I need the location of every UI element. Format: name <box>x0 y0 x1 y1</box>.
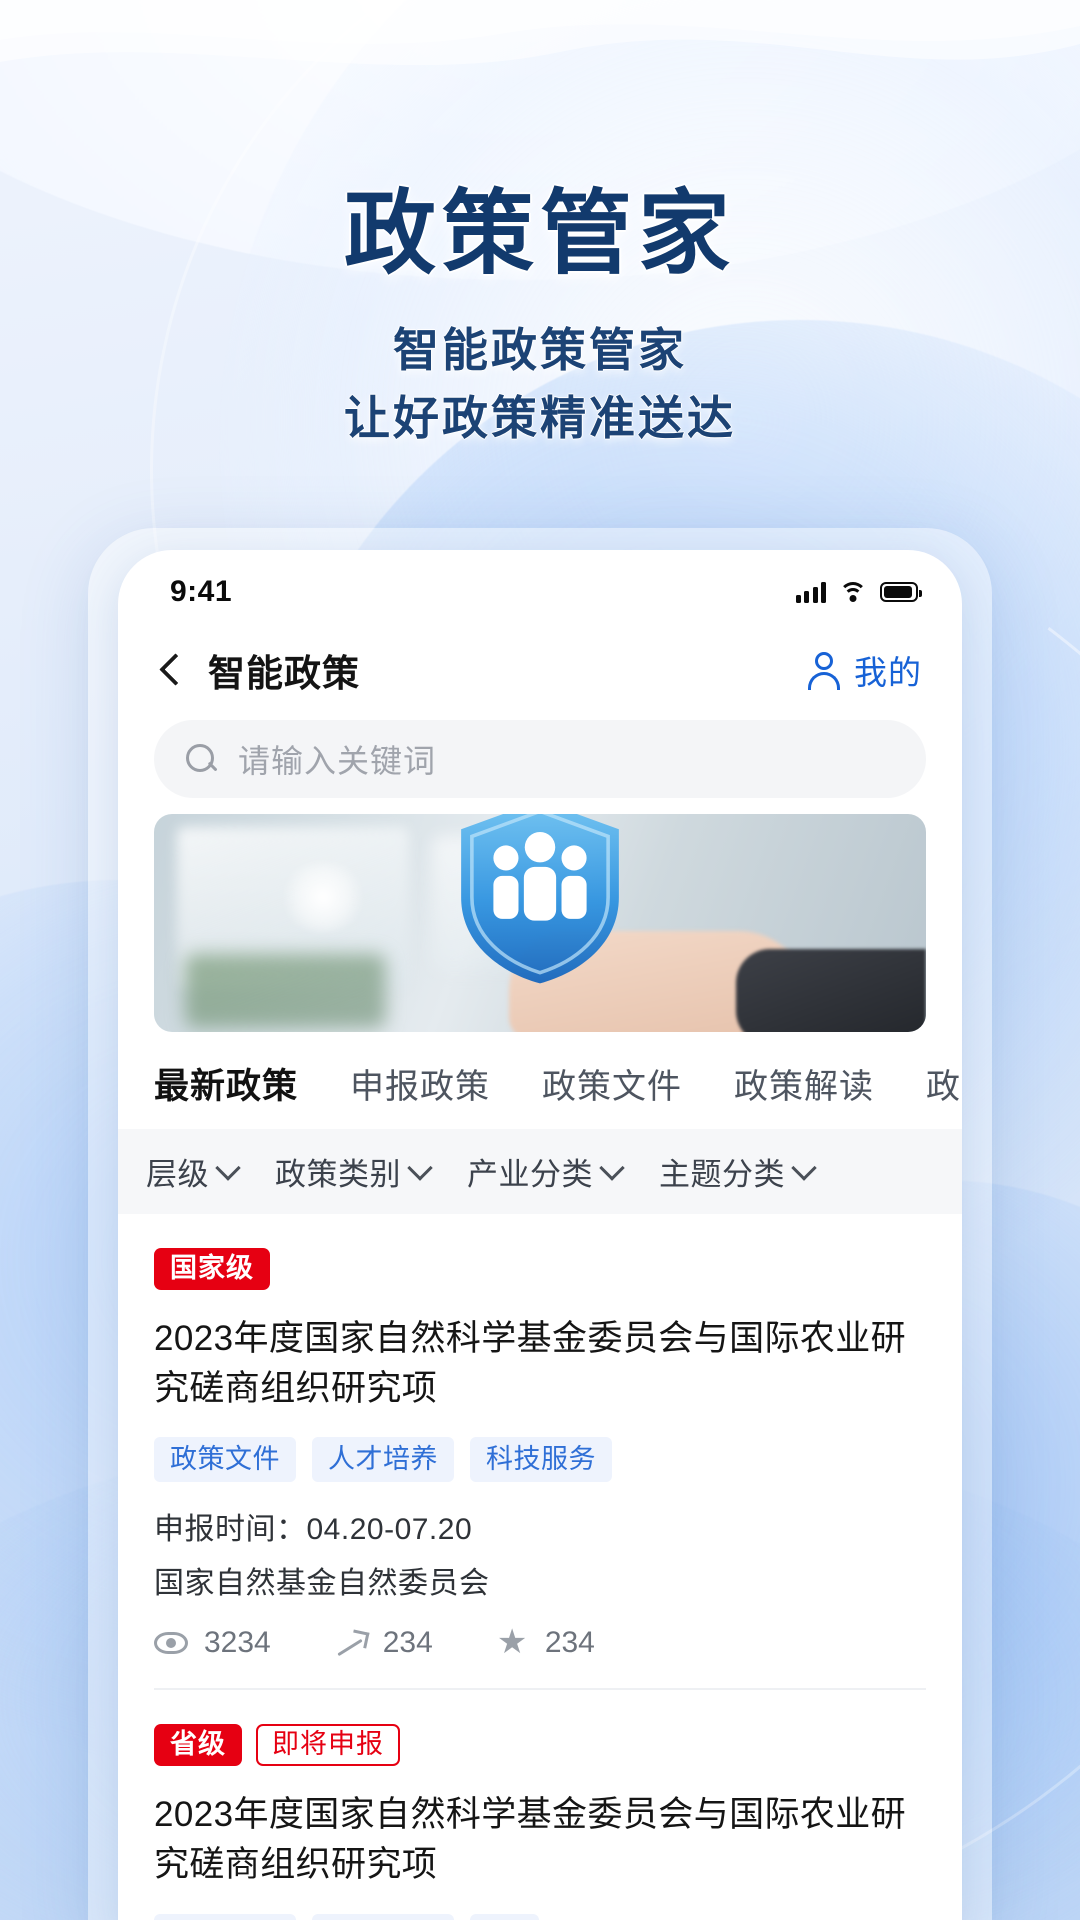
policy-title: 2023年度国家自然科学基金委员会与国际农业研究磋商组织研究项 <box>154 1795 907 1885</box>
signal-bars-icon <box>795 581 826 603</box>
policy-tag[interactable]: 申报政策 <box>154 1913 296 1920</box>
view-count: 3234 <box>154 1626 271 1660</box>
filter-industry-category[interactable]: 产业分类 <box>467 1149 623 1194</box>
view-count-value: 3234 <box>204 1626 271 1660</box>
policy-tag[interactable]: 科技服务 <box>312 1913 454 1920</box>
hero-banner[interactable] <box>154 814 926 1032</box>
banner-light-glow <box>277 861 368 932</box>
badge-row: 省级 即将申报 <box>154 1724 926 1767</box>
share-count: 234 <box>335 1626 433 1660</box>
chevron-down-icon <box>219 1159 239 1179</box>
star-icon: ★ <box>496 1622 528 1661</box>
banner-sleeve <box>736 949 926 1032</box>
filter-policy-category-label: 政策类别 <box>275 1157 401 1192</box>
hero-subtitle-line1: 智能政策管家 <box>393 324 687 377</box>
filter-industry-category-label: 产业分类 <box>467 1157 593 1192</box>
policy-card[interactable]: 国家级 2023年度国家自然科学基金委员会与国际农业研究磋商组织研究项 政策文件… <box>154 1214 926 1691</box>
tab-apply-policy[interactable]: 申报政策 <box>350 1059 490 1108</box>
policy-tag[interactable]: 科技服务 <box>470 1437 612 1483</box>
search-input[interactable]: 请输入关键词 <box>154 720 926 798</box>
status-badge-secondary: 即将申报 <box>256 1724 400 1767</box>
tab-policy-more[interactable]: 政策 <box>926 1059 962 1108</box>
nav-bar: 智能政策 我的 <box>118 624 962 716</box>
banner-plant <box>184 953 386 1028</box>
nav-title: 智能政策 <box>208 653 360 694</box>
tag-list: 政策文件 人才培养 科技服务 <box>154 1437 926 1483</box>
tab-bar: 最新政策 申报政策 政策文件 政策解读 政策 <box>118 1032 962 1129</box>
policy-tag[interactable]: 5G <box>470 1913 540 1920</box>
hero-subtitle-line2: 让好政策精准送达 <box>344 391 736 444</box>
banner-section <box>118 814 962 1032</box>
status-badge: 省级 <box>154 1724 242 1767</box>
search-section: 请输入关键词 <box>118 716 962 814</box>
battery-icon <box>880 582 922 602</box>
policy-title: 2023年度国家自然科学基金委员会与国际农业研究磋商组织研究项 <box>154 1319 907 1408</box>
hero-section: 政策管家 智能政策管家 让好政策精准送达 <box>0 0 1080 451</box>
filter-theme-category[interactable]: 主题分类 <box>659 1149 815 1194</box>
status-badge: 国家级 <box>154 1248 270 1290</box>
shield-family-icon <box>461 814 619 983</box>
tab-latest-policy[interactable]: 最新政策 <box>154 1058 298 1109</box>
status-bar-time: 9:41 <box>170 575 233 608</box>
favorite-count: ★ 234 <box>496 1622 595 1661</box>
profile-button[interactable]: 我的 <box>804 646 922 694</box>
tab-policy-document[interactable]: 政策文件 <box>542 1059 682 1108</box>
status-bar-indicators <box>795 581 922 603</box>
search-placeholder: 请输入关键词 <box>238 743 437 779</box>
phone-mockup: 9:41 智能政策 我的 请输入关键词 最新政策 申报政策 政策文件 政策解读 … <box>118 550 962 1920</box>
filter-bar: 层级 政策类别 产业分类 主题分类 <box>118 1129 962 1214</box>
policy-tag[interactable]: 人才培养 <box>312 1437 454 1483</box>
filter-level[interactable]: 层级 <box>146 1149 239 1194</box>
filter-level-label: 层级 <box>146 1157 209 1192</box>
tab-policy-interpretation[interactable]: 政策解读 <box>734 1059 874 1108</box>
policy-card[interactable]: 省级 即将申报 2023年度国家自然科学基金委员会与国际农业研究磋商组织研究项 … <box>154 1690 926 1920</box>
person-icon <box>804 650 844 690</box>
share-count-value: 234 <box>382 1626 433 1660</box>
search-icon <box>184 742 218 776</box>
filter-policy-category[interactable]: 政策类别 <box>275 1149 431 1194</box>
chevron-down-icon <box>411 1159 431 1179</box>
policy-stats: 3234 234 ★ 234 <box>154 1622 926 1661</box>
status-bar: 9:41 <box>118 550 962 624</box>
badge-row: 国家级 <box>154 1248 926 1290</box>
chevron-down-icon <box>603 1159 623 1179</box>
tag-list: 申报政策 科技服务 5G <box>154 1913 926 1920</box>
policy-apply-time: 申报时间：04.20-07.20 <box>154 1513 473 1547</box>
page-title: 政策管家 <box>343 183 736 285</box>
eye-icon <box>154 1632 188 1655</box>
back-chevron-icon[interactable] <box>150 650 190 690</box>
share-icon <box>335 1628 367 1658</box>
policy-organization: 国家自然基金自然委员会 <box>154 1567 490 1601</box>
policy-list: 国家级 2023年度国家自然科学基金委员会与国际农业研究磋商组织研究项 政策文件… <box>118 1214 962 1920</box>
chevron-down-icon <box>795 1159 815 1179</box>
policy-tag[interactable]: 政策文件 <box>154 1437 296 1483</box>
profile-label: 我的 <box>854 654 922 691</box>
filter-theme-category-label: 主题分类 <box>659 1157 785 1192</box>
wifi-icon <box>839 581 867 603</box>
favorite-count-value: 234 <box>544 1626 595 1660</box>
